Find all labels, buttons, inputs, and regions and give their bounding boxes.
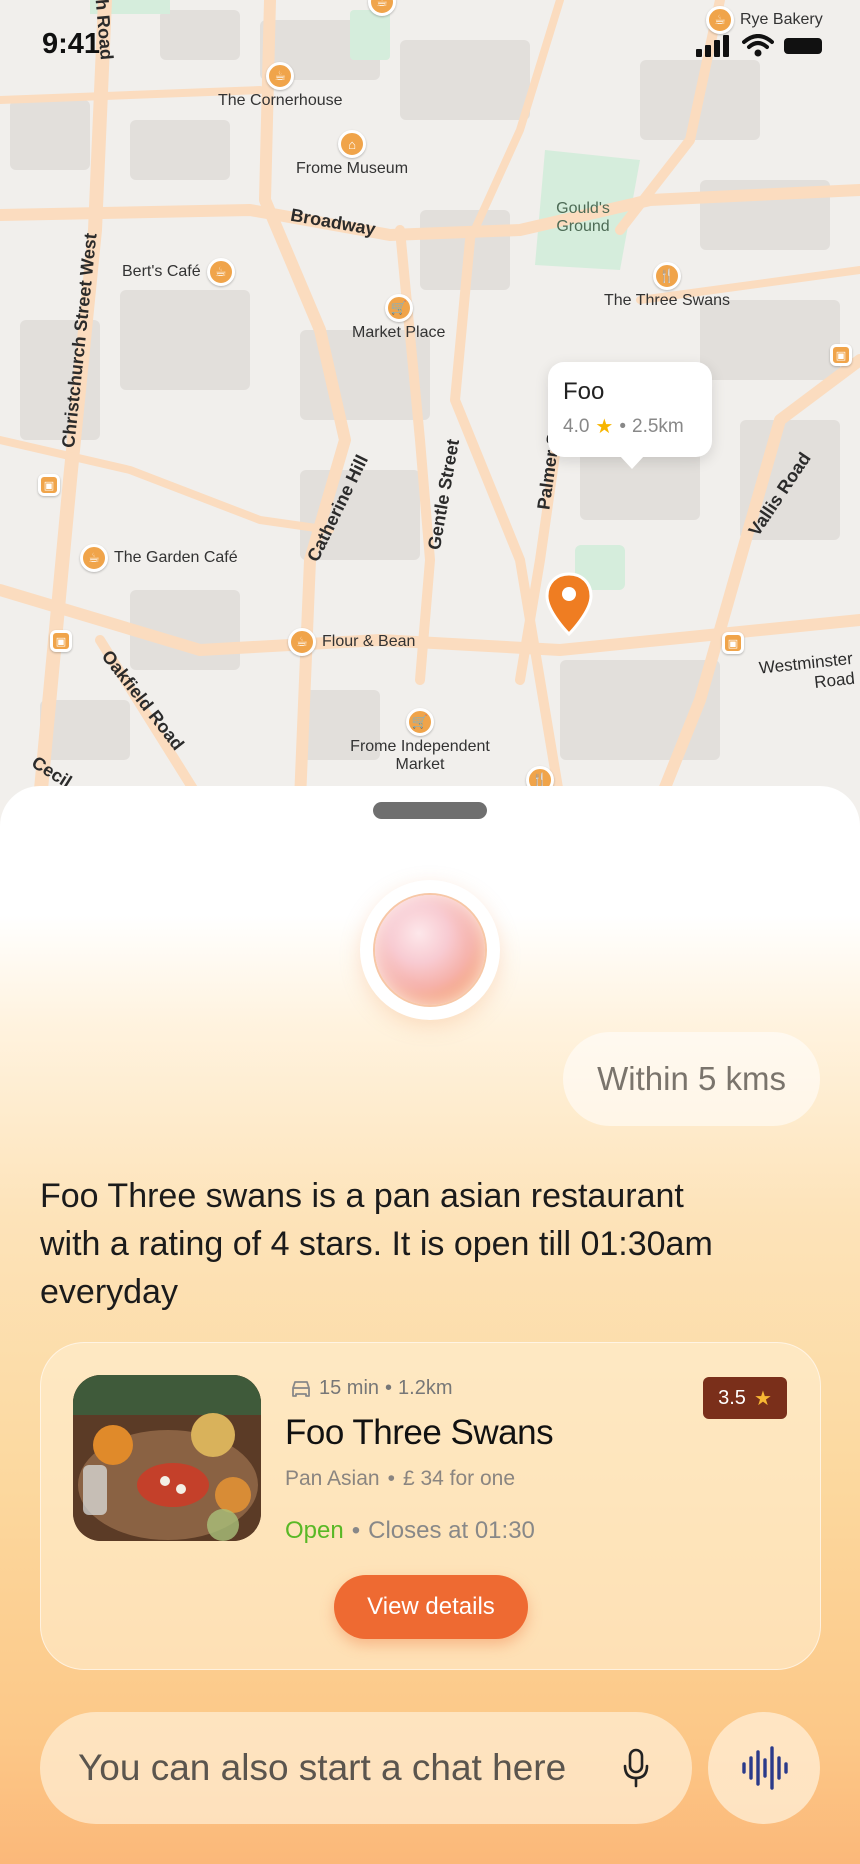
assistant-orb[interactable] [360, 880, 500, 1020]
location-marker-icon[interactable] [544, 572, 594, 638]
chat-input-bar[interactable] [40, 1712, 692, 1824]
user-message-bubble: Within 5 kms [563, 1032, 820, 1126]
utensils-icon: 🍴 [653, 262, 681, 290]
chat-input[interactable] [78, 1747, 618, 1789]
rating-badge: 3.5 ★ [703, 1377, 787, 1419]
separator-dot: • [385, 1377, 393, 1399]
view-details-button[interactable]: View details [334, 1575, 528, 1639]
restaurant-image [73, 1375, 261, 1541]
separator-dot: • [387, 1467, 395, 1490]
map-view[interactable]: th Road Broadway Christchurch Street Wes… [0, 0, 860, 800]
price-for-one: £ 34 for one [402, 1467, 516, 1490]
travel-info: 15 min • 1.2km [289, 1377, 453, 1400]
cup-icon: ☕ [206, 258, 235, 286]
bus-stop-icon[interactable]: ▣ [50, 630, 72, 652]
opening-status: Open • Closes at 01:30 [285, 1517, 535, 1545]
museum-icon: ⌂ [338, 130, 367, 158]
poi-berts-cafe[interactable]: ☕ Bert's Café [122, 258, 235, 286]
travel-time: 15 min [319, 1377, 380, 1399]
cup-icon: ☕ [80, 544, 108, 572]
food-photo [73, 1375, 261, 1541]
poi-frome-independent-market[interactable]: 🛒 Frome Independent Market [340, 708, 500, 774]
assistant-bottom-sheet: Within 5 kms Foo Three swans is a pan as… [0, 786, 860, 1864]
bus-stop-icon[interactable]: ▣ [38, 474, 60, 496]
poi-market-place[interactable]: 🛒 Market Place [352, 294, 445, 342]
cuisine: Pan Asian [285, 1467, 380, 1490]
poi-goulds-ground[interactable]: Gould's Ground [553, 200, 613, 236]
callout-title: Foo [563, 378, 605, 405]
orb-icon [375, 895, 485, 1005]
closing-time: Closes at 01:30 [368, 1517, 535, 1544]
sound-wave-icon [742, 1746, 788, 1790]
separator-dot: • [619, 415, 627, 437]
cup-icon: ☕ [288, 628, 316, 656]
restaurant-details: Pan Asian • £ 34 for one [285, 1467, 515, 1491]
car-icon [292, 1380, 310, 1397]
sheet-drag-handle[interactable] [373, 802, 487, 819]
callout-meta: 4.0 ★ • 2.5km [563, 414, 697, 439]
star-icon: ★ [753, 1387, 772, 1410]
status-icons [696, 34, 824, 58]
restaurant-result-card[interactable]: 15 min • 1.2km Foo Three Swans Pan Asian… [40, 1342, 821, 1670]
battery-icon [784, 38, 822, 54]
callout-rating: 4.0 [563, 415, 590, 437]
callout-distance: 2.5km [632, 415, 684, 437]
place-callout[interactable]: Foo 4.0 ★ • 2.5km [548, 362, 712, 469]
restaurant-name: Foo Three Swans [285, 1413, 554, 1452]
cart-icon: 🛒 [384, 294, 413, 322]
microphone-icon[interactable] [618, 1745, 654, 1791]
status-bar: 9:41 [0, 0, 860, 92]
voice-mode-button[interactable] [708, 1712, 820, 1824]
poi-frome-museum[interactable]: ⌂ Frome Museum [296, 130, 408, 178]
poi-the-garden-cafe[interactable]: ☕ The Garden Café [80, 544, 238, 572]
poi-flour-and-bean[interactable]: ☕ Flour & Bean [288, 628, 415, 656]
status-time: 9:41 [42, 28, 101, 60]
star-icon: ★ [595, 416, 614, 438]
signal-icon [696, 35, 729, 57]
travel-distance: 1.2km [398, 1377, 453, 1399]
rating-value: 3.5 [718, 1386, 746, 1409]
bus-stop-icon[interactable]: ▣ [830, 344, 852, 366]
assistant-message: Foo Three swans is a pan asian restauran… [40, 1177, 713, 1311]
poi-the-three-swans[interactable]: 🍴 The Three Swans [604, 262, 730, 310]
bus-stop-icon[interactable]: ▣ [722, 632, 744, 654]
cart-icon: 🛒 [406, 708, 434, 736]
separator-dot: • [351, 1517, 361, 1544]
open-status: Open [285, 1517, 344, 1544]
wifi-icon [742, 34, 774, 57]
